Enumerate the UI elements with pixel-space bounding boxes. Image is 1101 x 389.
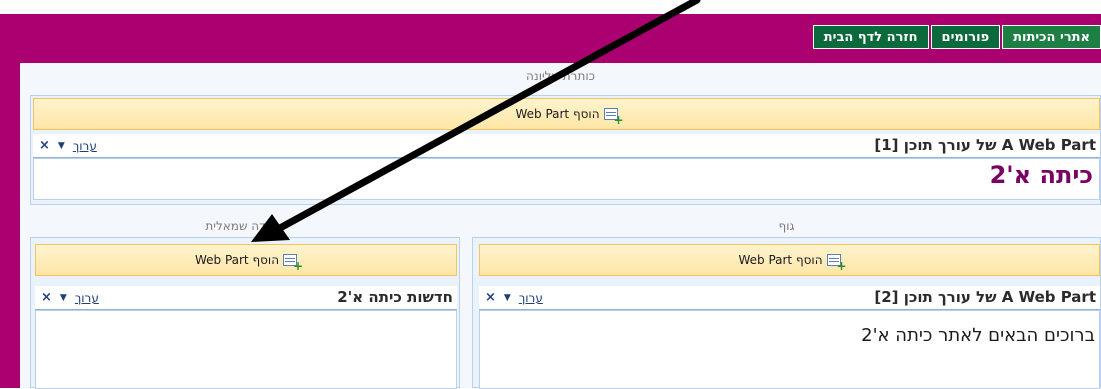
arrow-annotation (251, 0, 701, 242)
